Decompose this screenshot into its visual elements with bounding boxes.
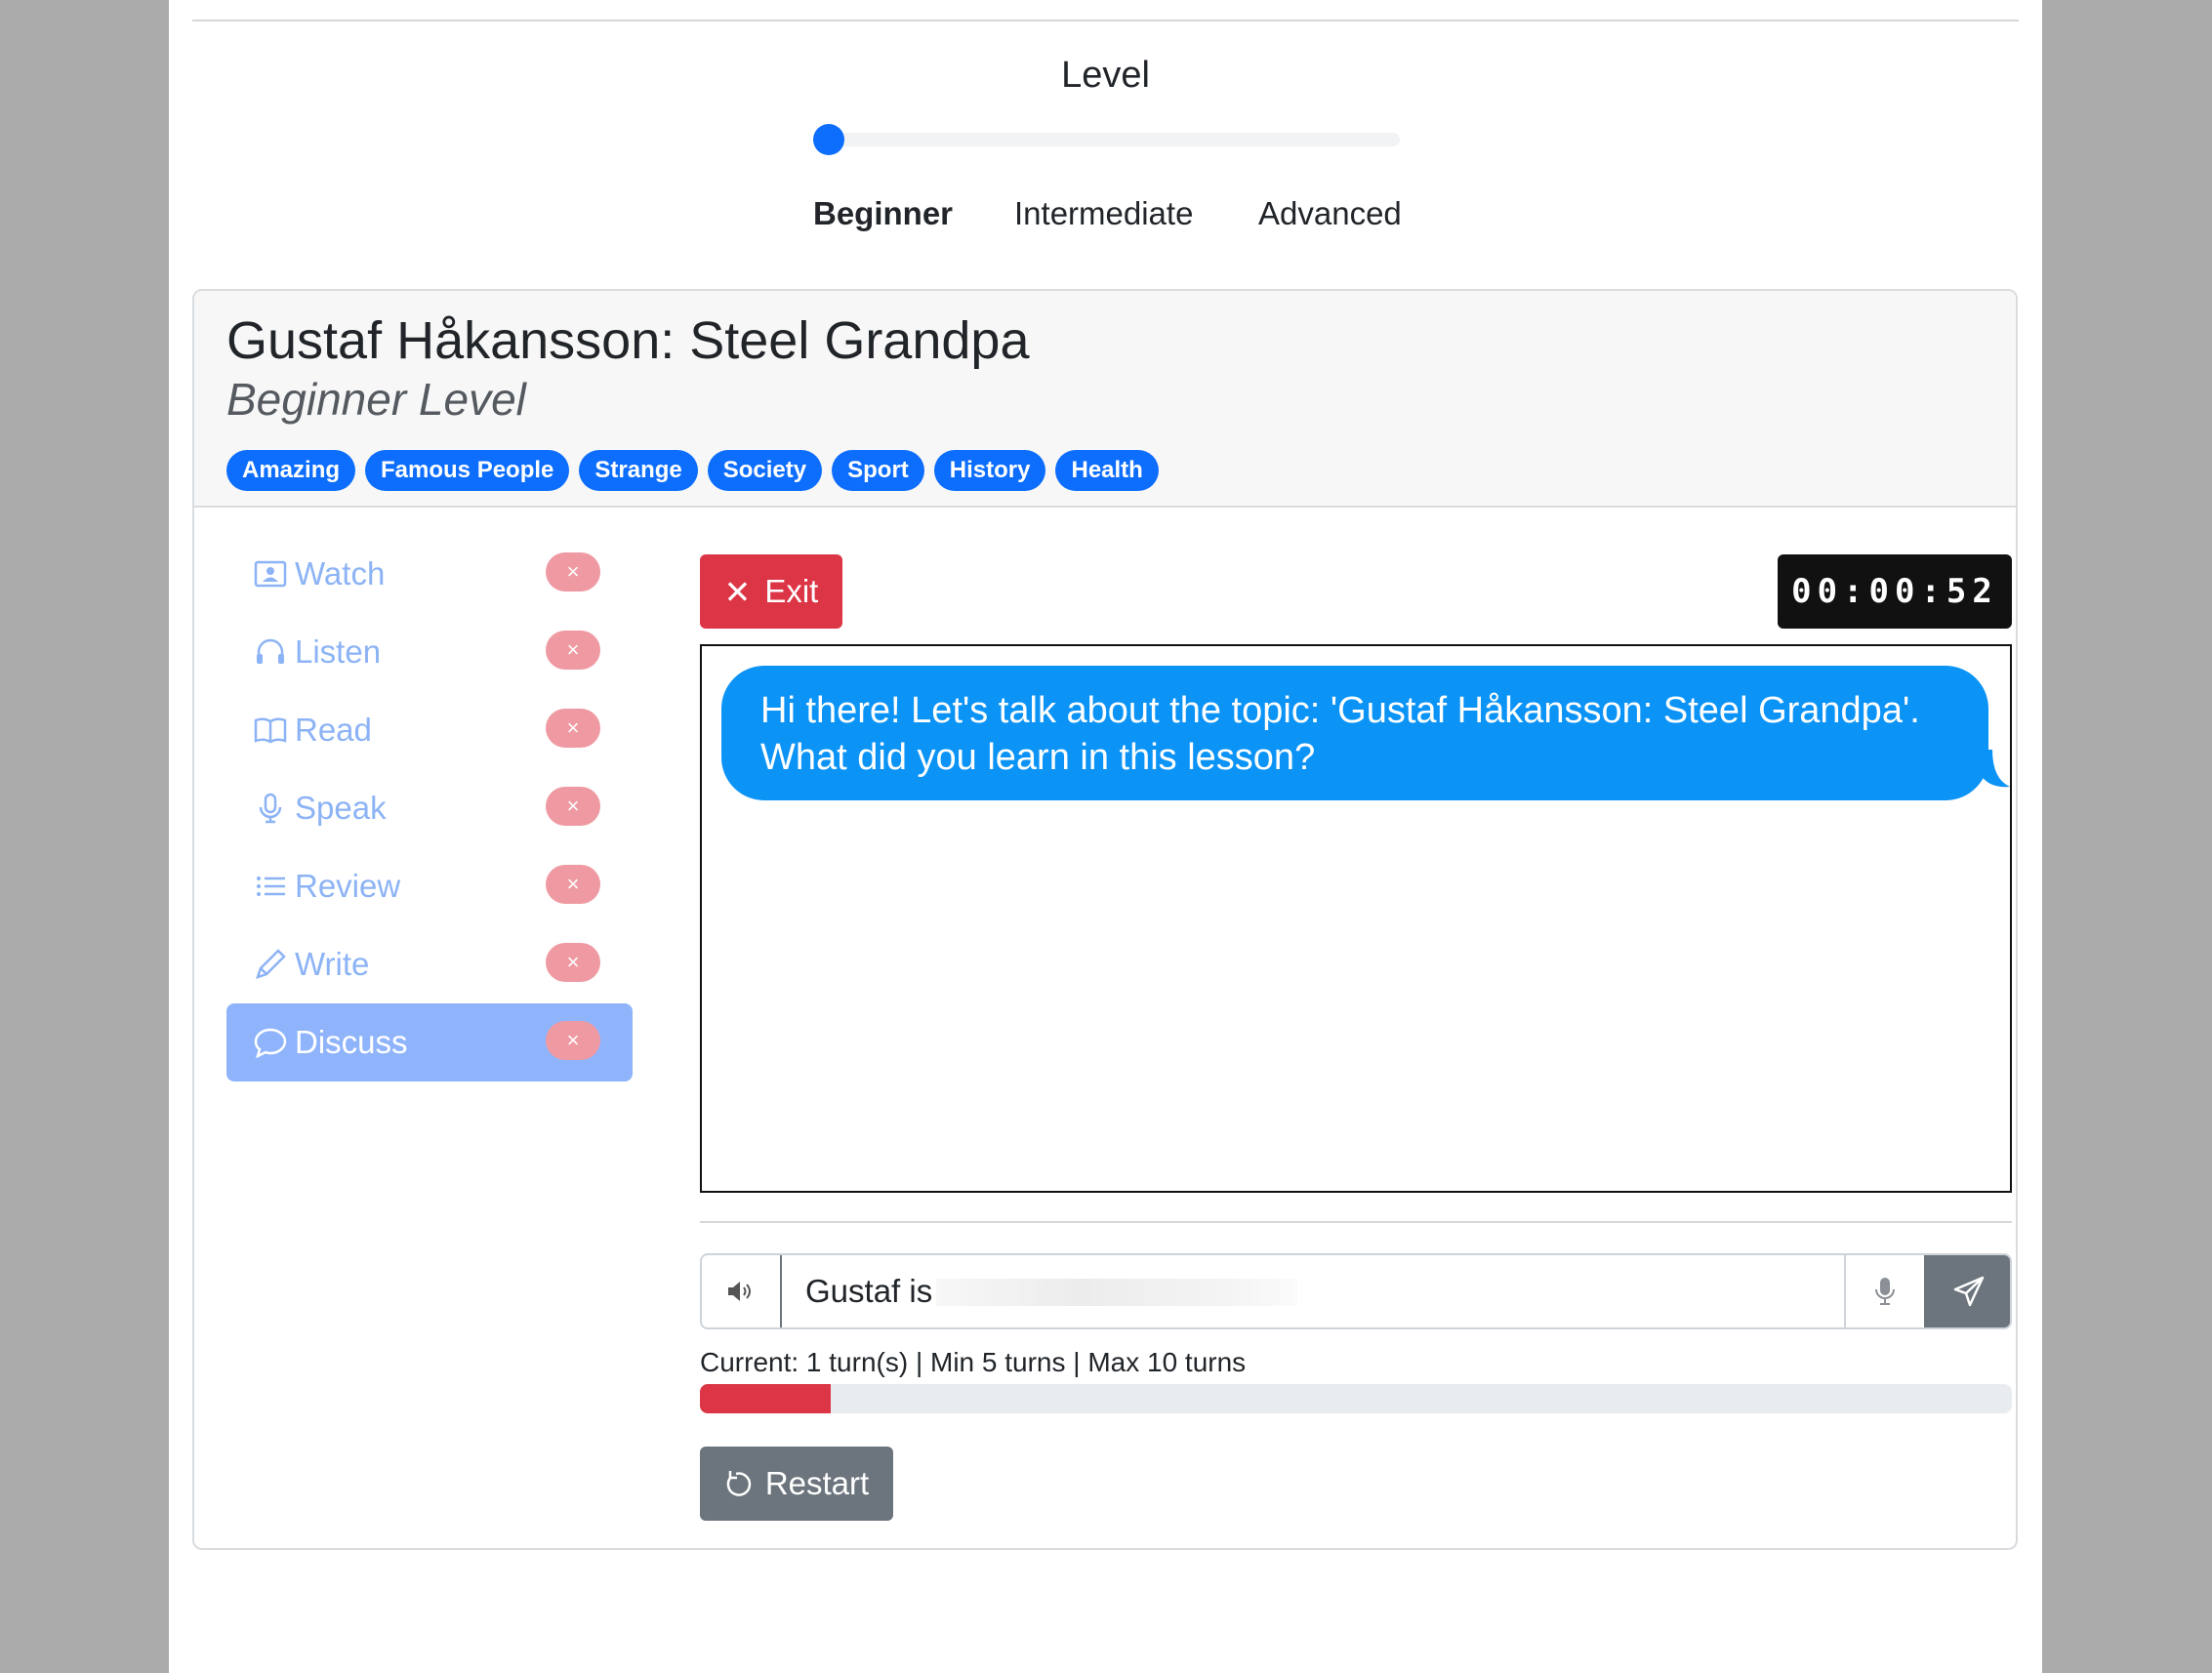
nav-item-discuss[interactable]: Discuss ×	[226, 1003, 633, 1081]
exit-button[interactable]: ✕ Exit	[700, 554, 842, 629]
bot-message: Hi there! Let's talk about the topic: 'G…	[721, 666, 1988, 800]
nav-label: Discuss	[295, 1024, 408, 1060]
status-badge: ×	[546, 943, 600, 982]
activity-nav: Watch × Listen × Read × Speak × Review ×…	[226, 535, 633, 1081]
redacted-text	[936, 1279, 1297, 1306]
level-slider-thumb[interactable]	[813, 124, 844, 155]
chat-window[interactable]: Hi there! Let's talk about the topic: 'G…	[700, 644, 2012, 1193]
status-badge: ×	[546, 552, 600, 592]
status-badge: ×	[546, 1021, 600, 1060]
microphone-icon	[1875, 1278, 1895, 1305]
lesson-card: Gustaf Håkansson: Steel Grandpa Beginner…	[192, 289, 2018, 1550]
nav-label: Write	[295, 946, 370, 982]
nav-label: Review	[295, 868, 401, 904]
bubble-tail	[1979, 750, 2010, 788]
book-icon	[254, 717, 287, 744]
send-icon	[1953, 1276, 1985, 1307]
nav-label: Listen	[295, 633, 382, 670]
lesson-level: Beginner Level	[226, 374, 526, 425]
nav-item-review[interactable]: Review ×	[226, 847, 633, 925]
tag-badge[interactable]: Sport	[832, 450, 924, 491]
turns-counter: Current: 1 turn(s) | Min 5 turns | Max 1…	[700, 1347, 1247, 1377]
turns-progress	[700, 1384, 2012, 1413]
page: Level Beginner Intermediate Advanced Gus…	[169, 0, 2042, 1673]
tag-list: Amazing Famous People Strange Society Sp…	[226, 450, 1159, 491]
video-icon	[254, 560, 287, 588]
tag-badge[interactable]: Society	[707, 450, 823, 491]
status-badge: ×	[546, 787, 600, 826]
close-icon: ✕	[723, 573, 752, 610]
message-input-group	[700, 1253, 2012, 1329]
level-option-beginner[interactable]: Beginner	[813, 195, 953, 232]
level-heading: Level	[1061, 55, 1150, 96]
nav-label: Speak	[295, 790, 387, 826]
mic-button[interactable]	[1844, 1255, 1924, 1327]
nav-item-listen[interactable]: Listen ×	[226, 613, 633, 691]
send-button[interactable]	[1924, 1255, 2010, 1327]
speaker-button[interactable]	[702, 1255, 782, 1327]
tag-badge[interactable]: Health	[1055, 450, 1159, 491]
tag-badge[interactable]: Amazing	[226, 450, 356, 491]
chat-icon	[254, 1028, 287, 1058]
tag-badge[interactable]: Strange	[579, 450, 698, 491]
list-icon	[257, 877, 285, 896]
exit-label: Exit	[764, 573, 819, 609]
headphones-icon	[257, 638, 284, 664]
tag-badge[interactable]: Famous People	[365, 450, 570, 491]
nav-item-write[interactable]: Write ×	[226, 925, 633, 1003]
restart-icon	[726, 1471, 751, 1496]
nav-item-watch[interactable]: Watch ×	[226, 535, 633, 613]
status-badge: ×	[546, 709, 600, 748]
top-divider	[192, 20, 2019, 21]
restart-button[interactable]: Restart	[700, 1447, 893, 1521]
lesson-header: Gustaf Håkansson: Steel Grandpa Beginner…	[194, 291, 2016, 508]
lesson-title: Gustaf Håkansson: Steel Grandpa	[226, 311, 1030, 370]
level-slider-track[interactable]	[814, 133, 1400, 146]
microphone-icon	[259, 793, 282, 824]
tag-badge[interactable]: History	[933, 450, 1046, 491]
nav-item-speak[interactable]: Speak ×	[226, 769, 633, 847]
chat-divider	[700, 1221, 2012, 1223]
progress-fill	[700, 1384, 832, 1413]
pencil-icon	[256, 949, 286, 979]
nav-item-read[interactable]: Read ×	[226, 691, 633, 769]
level-option-intermediate[interactable]: Intermediate	[1014, 195, 1193, 232]
restart-label: Restart	[764, 1465, 870, 1501]
speaker-icon	[728, 1282, 751, 1301]
level-option-advanced[interactable]: Advanced	[1258, 195, 1402, 232]
nav-label: Watch	[295, 555, 386, 592]
timer: 00:00:52	[1778, 554, 2012, 629]
nav-label: Read	[295, 712, 372, 748]
status-badge: ×	[546, 631, 600, 670]
status-badge: ×	[546, 865, 600, 904]
